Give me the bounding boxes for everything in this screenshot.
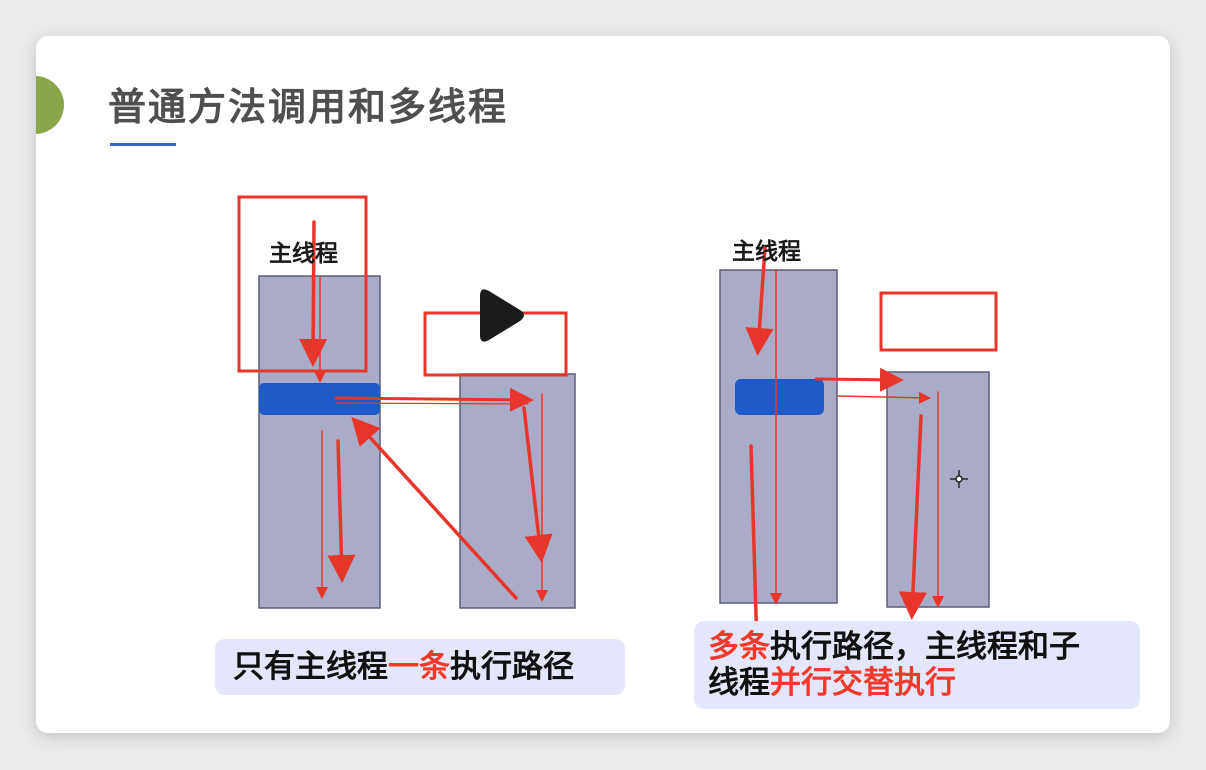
- main-thread-label-right: 主线程: [732, 239, 801, 265]
- caption-multi-path: 多条执行路径，主线程和子 线程并行交替执行: [694, 621, 1140, 709]
- caption-right-line2: 线程并行交替执行: [708, 665, 1126, 701]
- slide: 普通方法调用和多线程 主线程 主线程 只有主线程一条执行路径 多条执行路径，主线…: [36, 36, 1170, 733]
- main-thread-bar-right: [719, 269, 838, 604]
- caption-left-part3: 执行路径: [450, 649, 574, 685]
- highlight-box-child-right: [879, 291, 998, 352]
- caption-single-path: 只有主线程一条执行路径: [215, 639, 625, 695]
- caption-right-plain2: 线程: [708, 665, 770, 701]
- arrow-r-start-thread: [814, 367, 904, 392]
- caption-right-rest1: 执行路径，主线程和子: [770, 629, 1080, 665]
- arrow-call-method: [334, 387, 534, 412]
- method-thread-bar-left: [459, 373, 576, 609]
- caption-left-part1: 只有主线程: [233, 649, 388, 685]
- caption-left-highlight: 一条: [388, 649, 450, 685]
- caption-right-highlight1: 多条: [708, 629, 770, 665]
- play-icon: [480, 289, 524, 342]
- caption-right-line1: 多条执行路径，主线程和子: [708, 629, 1126, 665]
- caption-right-highlight2: 并行交替执行: [770, 665, 956, 701]
- main-thread-label-left: 主线程: [269, 241, 338, 267]
- thread-start-block-right: [735, 379, 824, 415]
